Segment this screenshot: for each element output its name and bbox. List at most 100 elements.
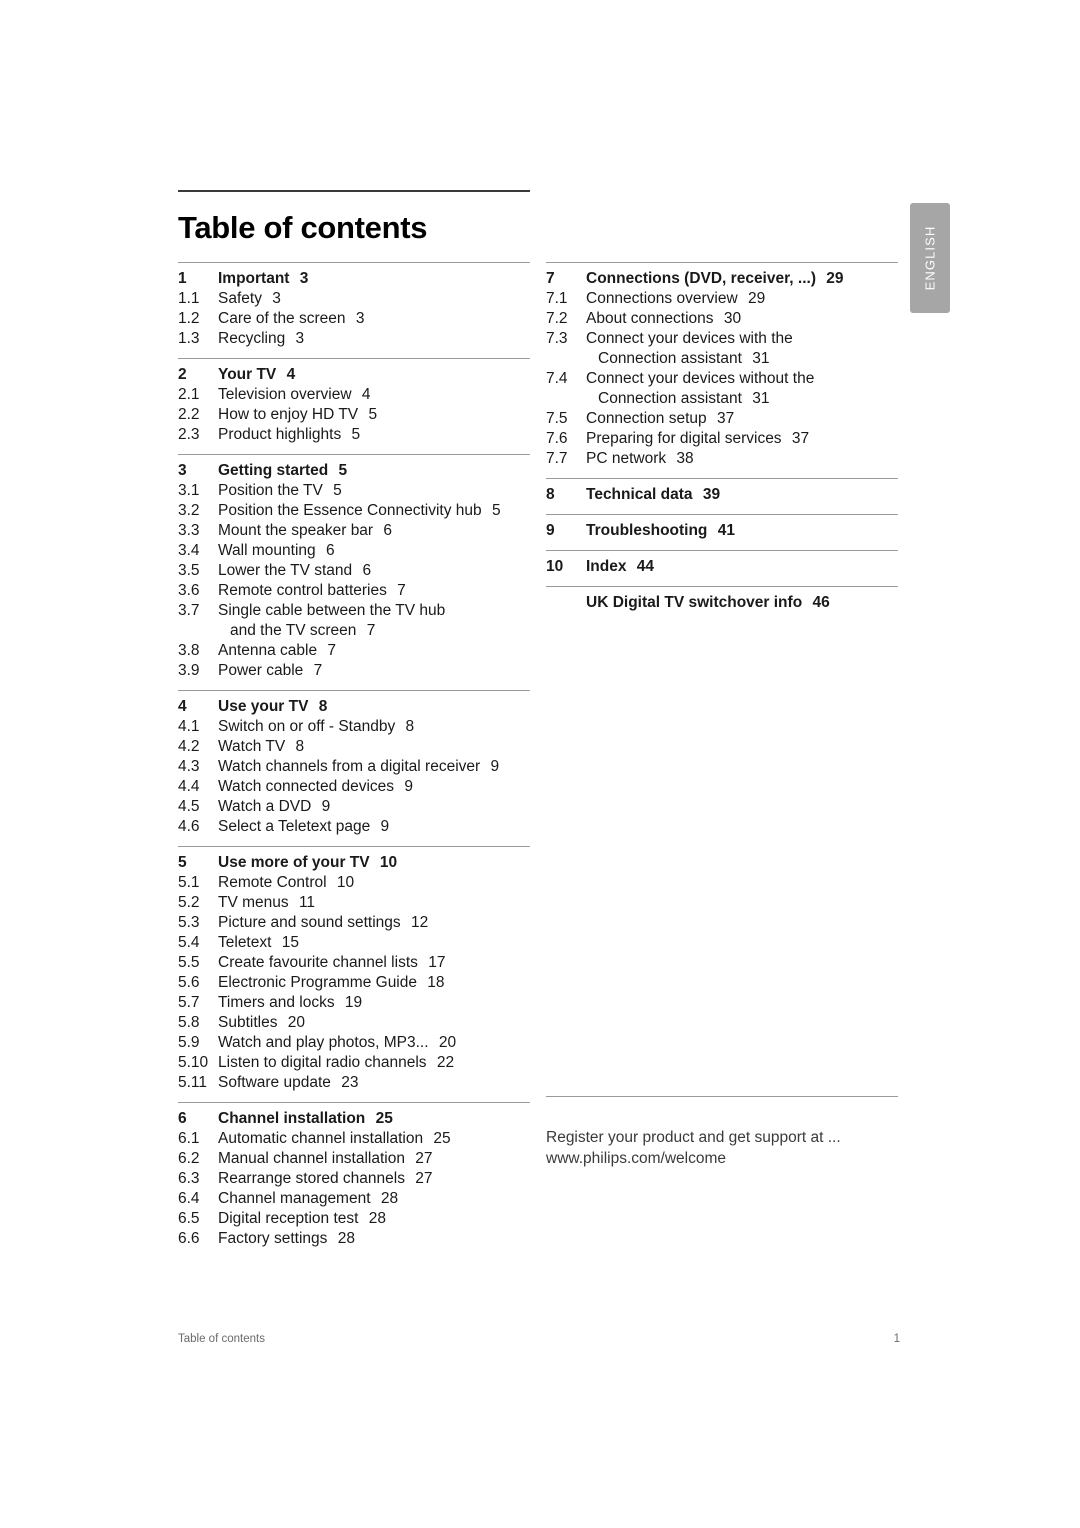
- toc-entry-title: TV menus 11: [218, 894, 316, 911]
- toc-entry-page: 9: [376, 818, 390, 835]
- toc-section-entry[interactable]: 3.5 Lower the TV stand 6: [178, 561, 530, 581]
- toc-entry-page: 6: [379, 522, 393, 539]
- toc-entry-page: 18: [423, 974, 445, 991]
- toc-section-entry[interactable]: 6.6 Factory settings 28: [178, 1229, 530, 1249]
- toc-section-entry[interactable]: 7.5 Connection setup 37: [546, 409, 898, 429]
- toc-entry-title: Connection setup 37: [586, 410, 735, 427]
- page-title: Table of contents: [178, 210, 428, 245]
- toc-chapter-entry[interactable]: 5 Use more of your TV 10: [178, 853, 530, 873]
- toc-entry-title: Factory settings 28: [218, 1230, 355, 1247]
- toc-section-entry[interactable]: 3.4 Wall mounting 6: [178, 541, 530, 561]
- toc-section-entry[interactable]: 5.1 Remote Control 10: [178, 873, 530, 893]
- toc-entry-page: 27: [410, 1150, 433, 1167]
- toc-section-entry[interactable]: 7.7 PC network 38: [546, 449, 898, 469]
- toc-chapter-entry[interactable]: UK Digital TV switchover info 46: [546, 593, 898, 613]
- toc-section-entry[interactable]: 4.4 Watch connected devices 9: [178, 777, 530, 797]
- toc-section-entry[interactable]: 2.1 Television overview 4: [178, 385, 530, 405]
- toc-section-entry[interactable]: 3.3 Mount the speaker bar 6: [178, 521, 530, 541]
- toc-section-entry[interactable]: 3.2 Position the Essence Connectivity hub…: [178, 501, 530, 521]
- toc-entry-title: Watch and play photos, MP3... 20: [218, 1034, 457, 1051]
- toc-section-entry[interactable]: 7.1 Connections overview 29: [546, 289, 898, 309]
- toc-section-entry[interactable]: 5.4 Teletext 15: [178, 933, 530, 953]
- toc-section-entry[interactable]: 1.2 Care of the screen 3: [178, 309, 530, 329]
- toc-entry-page: 25: [429, 1130, 451, 1147]
- toc-section-entry[interactable]: 2.3 Product highlights 5: [178, 425, 530, 445]
- toc-section-entry[interactable]: 7.6 Preparing for digital services 37: [546, 429, 898, 449]
- toc-section-entry[interactable]: 6.1 Automatic channel installation 25: [178, 1129, 530, 1149]
- toc-chapter-entry[interactable]: 4 Use your TV 8: [178, 697, 530, 717]
- toc-section-entry[interactable]: 3.6 Remote control batteries 7: [178, 581, 530, 601]
- toc-group: 4 Use your TV 8 4.1 Switch on or off - Stan…: [178, 690, 530, 837]
- toc-section-entry[interactable]: 3.1 Position the TV 5: [178, 481, 530, 501]
- toc-entry-page: 5: [334, 462, 348, 479]
- toc-entry-title: and the TV screen 7: [230, 622, 376, 639]
- toc-chapter-entry[interactable]: 2 Your TV 4: [178, 365, 530, 385]
- toc-section-entry[interactable]: 4.5 Watch a DVD 9: [178, 797, 530, 817]
- toc-entry-page: 28: [364, 1210, 386, 1227]
- toc-left-column: 1 Important 3 1.1 Safety 3 1.2 Care of the sc…: [178, 262, 530, 1249]
- toc-entry-title: Use your TV 8: [218, 698, 328, 715]
- toc-chapter-entry[interactable]: 9 Troubleshooting 41: [546, 521, 898, 541]
- toc-section-entry[interactable]: 5.6 Electronic Programme Guide 18: [178, 973, 530, 993]
- toc-chapter-entry[interactable]: 8 Technical data 39: [546, 485, 898, 505]
- toc-chapter-entry[interactable]: 6 Channel installation 25: [178, 1109, 530, 1129]
- toc-section-entry[interactable]: 4.1 Switch on or off - Standby 8: [178, 717, 530, 737]
- toc-section-entry[interactable]: 4.6 Select a Teletext page 9: [178, 817, 530, 837]
- toc-entry-title: Lower the TV stand 6: [218, 562, 372, 579]
- toc-section-entry[interactable]: and the TV screen 7: [178, 621, 530, 641]
- toc-entry-page: 5: [487, 502, 501, 519]
- toc-section-entry[interactable]: 1.3 Recycling 3: [178, 329, 530, 349]
- toc-entry-title: Timers and locks 19: [218, 994, 363, 1011]
- toc-section-entry[interactable]: 5.11 Software update 23: [178, 1073, 530, 1093]
- toc-chapter-entry[interactable]: 1 Important 3: [178, 269, 530, 289]
- toc-entry-page: 12: [406, 914, 429, 931]
- toc-section-entry[interactable]: Connection assistant 31: [546, 349, 898, 369]
- toc-entry-title: Recycling 3: [218, 330, 305, 347]
- toc-section-entry[interactable]: 7.2 About connections 30: [546, 309, 898, 329]
- toc-entry-number: 5.7: [178, 994, 200, 1011]
- toc-section-entry[interactable]: 5.2 TV menus 11: [178, 893, 530, 913]
- toc-chapter-entry[interactable]: 3 Getting started 5: [178, 461, 530, 481]
- toc-section-entry[interactable]: 7.4 Connect your devices without the: [546, 369, 898, 389]
- toc-group-divider: [178, 454, 530, 455]
- toc-entry-title: Watch TV 8: [218, 738, 305, 755]
- toc-entry-number: 3.3: [178, 522, 200, 539]
- toc-section-entry[interactable]: Connection assistant 31: [546, 389, 898, 409]
- toc-entry-number: 2.3: [178, 426, 200, 443]
- toc-section-entry[interactable]: 5.8 Subtitles 20: [178, 1013, 530, 1033]
- toc-section-entry[interactable]: 5.9 Watch and play photos, MP3... 20: [178, 1033, 530, 1053]
- toc-entry-number: 2.2: [178, 406, 200, 423]
- toc-section-entry[interactable]: 6.4 Channel management 28: [178, 1189, 530, 1209]
- toc-entry-number: 3.4: [178, 542, 200, 559]
- toc-section-entry[interactable]: 5.5 Create favourite channel lists 17: [178, 953, 530, 973]
- toc-section-entry[interactable]: 7.3 Connect your devices with the: [546, 329, 898, 349]
- toc-entry-title: Important 3: [218, 270, 309, 287]
- toc-section-entry[interactable]: 6.2 Manual channel installation 27: [178, 1149, 530, 1169]
- toc-chapter-entry[interactable]: 10 Index 44: [546, 557, 898, 577]
- toc-section-entry[interactable]: 6.5 Digital reception test 28: [178, 1209, 530, 1229]
- toc-section-entry[interactable]: 5.3 Picture and sound settings 12: [178, 913, 530, 933]
- toc-section-entry[interactable]: 5.7 Timers and locks 19: [178, 993, 530, 1013]
- toc-section-entry[interactable]: 4.3 Watch channels from a digital receive…: [178, 757, 530, 777]
- toc-entry-title: Position the Essence Connectivity hub 5: [218, 502, 501, 519]
- toc-entry-page: 5: [328, 482, 342, 499]
- toc-section-entry[interactable]: 3.7 Single cable between the TV hub: [178, 601, 530, 621]
- toc-section-entry[interactable]: 2.2 How to enjoy HD TV 5: [178, 405, 530, 425]
- register-website-link[interactable]: www.philips.com/welcome: [546, 1148, 898, 1169]
- toc-section-entry[interactable]: 3.8 Antenna cable 7: [178, 641, 530, 661]
- toc-section-entry[interactable]: 4.2 Watch TV 8: [178, 737, 530, 757]
- toc-entry-title: Electronic Programme Guide 18: [218, 974, 445, 991]
- toc-entry-title: How to enjoy HD TV 5: [218, 406, 378, 423]
- toc-entry-title: Teletext 15: [218, 934, 299, 951]
- toc-section-entry[interactable]: 6.3 Rearrange stored channels 27: [178, 1169, 530, 1189]
- toc-entry-page: 39: [698, 486, 721, 503]
- toc-section-entry[interactable]: 1.1 Safety 3: [178, 289, 530, 309]
- toc-entry-page: 9: [486, 758, 500, 775]
- toc-entry-page: 7: [392, 582, 406, 599]
- toc-section-entry[interactable]: 5.10 Listen to digital radio channels 22: [178, 1053, 530, 1073]
- toc-entry-number: 7.7: [546, 450, 568, 467]
- toc-chapter-entry[interactable]: 7 Connections (DVD, receiver, ...) 29: [546, 269, 898, 289]
- toc-entry-page: 31: [747, 350, 770, 367]
- toc-entry-number: 5.1: [178, 874, 200, 891]
- toc-section-entry[interactable]: 3.9 Power cable 7: [178, 661, 530, 681]
